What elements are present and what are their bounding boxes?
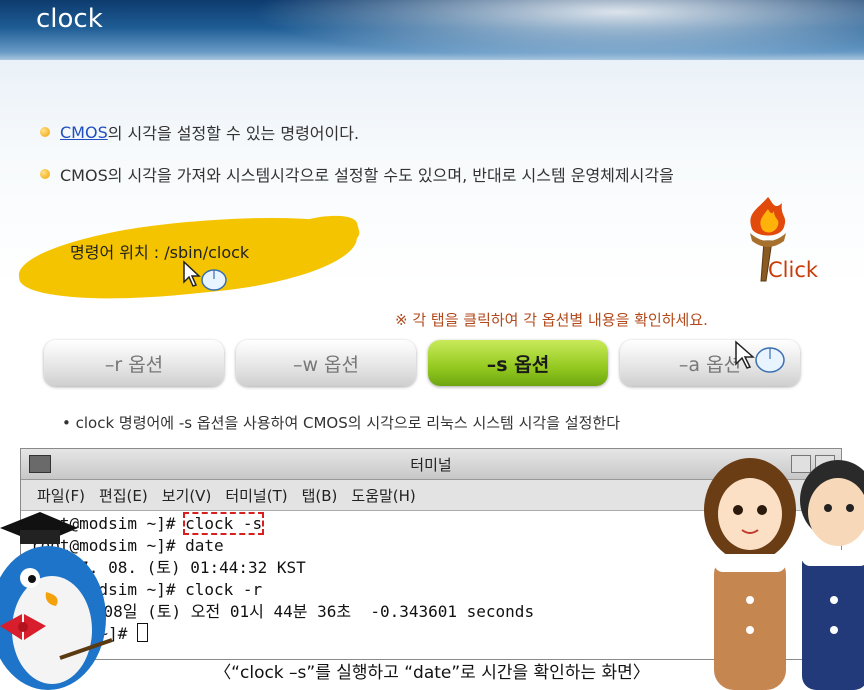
highlighted-command: clock -s [183,512,265,535]
girl-character-icon [704,458,796,690]
page-title: clock [36,4,103,34]
tab-label: –s 옵션 [486,353,550,376]
tab-label: –r 옵션 [104,353,164,376]
menu-view[interactable]: 보기(V) [162,485,212,506]
tab-r-option[interactable]: –r 옵션 [44,340,224,386]
click-label[interactable]: Click [768,258,818,282]
menu-edit[interactable]: 편집(E) [99,485,148,506]
bullet-1: CMOS 의 시각을 설정할 수 있는 명령어이다. [40,120,359,144]
mouse-cursor-icon [183,260,227,291]
tab-w-option[interactable]: –w 옵션 [236,340,416,386]
text-cursor [136,623,148,642]
banner-texture [250,0,864,60]
bullet-1-text: 의 시각을 설정할 수 있는 명령어이다. [107,124,360,143]
tab-cursor-icon [735,340,785,373]
bullet-dot-icon [40,127,50,137]
man-character-icon [800,460,864,690]
option-description: • clock 명령어에 -s 옵션을 사용하여 CMOS의 시각으로 리눅스 … [62,414,620,432]
bullet-2: CMOS의 시각을 가져와 시스템시각으로 설정할 수도 있으며, 반대로 시스… [40,162,674,186]
menu-terminal[interactable]: 터미널(T) [225,485,287,506]
bullet-2-text: CMOS의 시각을 가져와 시스템시각으로 설정할 수도 있으며, 반대로 시스… [60,166,674,185]
tab-s-option[interactable]: –s 옵션 [428,340,608,386]
cmos-link[interactable]: CMOS [60,123,108,142]
bullet-dot-icon [40,169,50,179]
menu-tabs[interactable]: 탭(B) [302,485,338,506]
menu-file[interactable]: 파일(F) [37,485,85,506]
instruction-note: ※ 각 탭을 클릭하여 각 옵션별 내용을 확인하세요. [395,311,708,329]
figure-caption: 〈“clock –s”를 실행하고 “date”로 시간을 확인하는 화면〉 [214,663,650,683]
menu-help[interactable]: 도움말(H) [351,485,415,506]
tab-label: –w 옵션 [292,353,360,376]
